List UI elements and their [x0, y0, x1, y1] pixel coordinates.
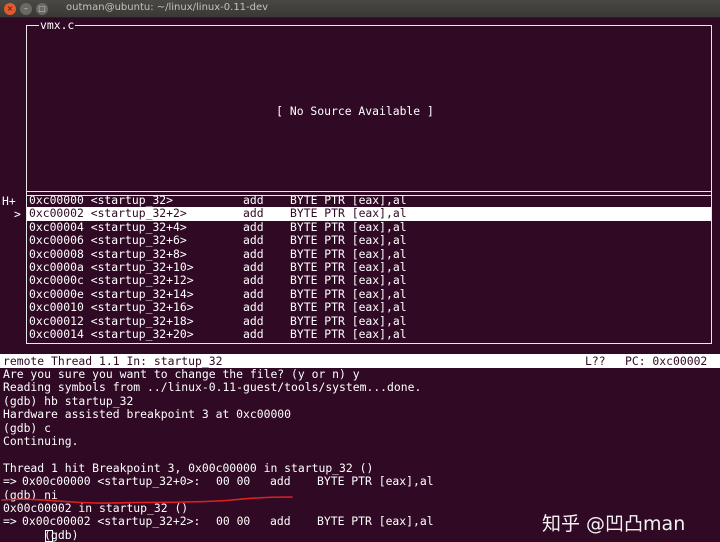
asm-address: 0xc00010 <startup_32+16> — [29, 300, 194, 315]
console-line: (gdb) c — [3, 420, 52, 435]
asm-mnemonic: add — [243, 246, 264, 261]
instruction-operands: BYTE PTR [eax],al — [317, 514, 434, 529]
asm-address: 0xc0000c <startup_32+12> — [29, 273, 194, 288]
asm-mnemonic: add — [243, 206, 264, 221]
assembly-row[interactable]: 0xc00000 <startup_32> add BYTE PTR [eax],a… — [27, 193, 711, 207]
asm-operands: BYTE PTR [eax],al — [290, 259, 407, 274]
current-instruction-marker: > — [14, 207, 21, 221]
assembly-row[interactable]: 0xc0000e <startup_32+14> add BYTE PTR [eax… — [27, 286, 711, 301]
asm-operands: BYTE PTR [eax],al — [290, 273, 407, 288]
status-bar: remote Thread 1.1 In: startup_32 L?? PC:… — [0, 354, 720, 368]
asm-address: 0xc00000 <startup_32> — [29, 193, 174, 207]
asm-operands: BYTE PTR [eax],al — [290, 233, 407, 248]
asm-mnemonic: add — [243, 219, 264, 234]
source-pane: vmx.c [ No Source Available ] — [26, 18, 712, 196]
underline-stroke — [1, 496, 293, 504]
instruction-bytes: 00 00 — [216, 514, 251, 529]
asm-operands: BYTE PTR [eax],al — [290, 246, 407, 261]
instruction-arrow: => — [3, 514, 17, 529]
minimize-icon[interactable]: – — [20, 3, 32, 15]
assembly-row[interactable]: 0xc00006 <startup_32+6> add BYTE PTR [eax]… — [27, 233, 711, 248]
asm-mnemonic: add — [243, 273, 264, 288]
asm-address: 0xc00008 <startup_32+8> — [29, 246, 187, 261]
asm-address: 0xc00004 <startup_32+4> — [29, 219, 187, 234]
asm-mnemonic: add — [243, 300, 264, 315]
assembly-rows: 0xc00000 <startup_32> add BYTE PTR [eax],a… — [27, 193, 711, 341]
status-line: L?? — [585, 354, 606, 368]
console-line: Hardware assisted breakpoint 3 at 0xc000… — [3, 407, 292, 422]
asm-operands: BYTE PTR [eax],al — [290, 313, 407, 328]
asm-address: 0xc0000e <startup_32+14> — [29, 286, 194, 301]
console-line: Are you sure you want to change the file… — [3, 367, 360, 381]
text-cursor — [45, 529, 53, 542]
asm-operands: BYTE PTR [eax],al — [290, 193, 407, 207]
asm-operands: BYTE PTR [eax],al — [290, 286, 407, 301]
asm-address: 0xc00006 <startup_32+6> — [29, 233, 187, 248]
assembly-pane: 0xc00000 <startup_32> add BYTE PTR [eax],a… — [26, 191, 712, 344]
status-pc: PC: 0xc00002 — [625, 354, 708, 368]
assembly-row[interactable]: 0xc0000c <startup_32+12> add BYTE PTR [eax… — [27, 273, 711, 288]
asm-mnemonic: add — [243, 326, 264, 341]
assembly-row[interactable]: 0xc00002 <startup_32+2> add BYTE PTR [eax]… — [27, 206, 711, 221]
asm-operands: BYTE PTR [eax],al — [290, 206, 407, 221]
console-line: Continuing. — [3, 433, 79, 448]
maximize-icon[interactable]: □ — [36, 3, 48, 15]
instruction-address: 0x00c00002 <startup_32+2>: — [22, 514, 201, 529]
terminal[interactable]: vmx.c [ No Source Available ] H+ > 0xc00… — [0, 18, 720, 542]
instruction-address: 0x00c00000 <startup_32+0>: — [22, 474, 201, 489]
assembly-row[interactable]: 0xc0000a <startup_32+10> add BYTE PTR [eax… — [27, 259, 711, 274]
asm-operands: BYTE PTR [eax],al — [290, 326, 407, 341]
no-source-message: [ No Source Available ] — [276, 104, 434, 118]
window-controls: × – □ — [4, 3, 48, 15]
status-thread: remote Thread 1.1 In: startup_32 — [3, 354, 223, 368]
asm-address: 0xc0000a <startup_32+10> — [29, 259, 194, 274]
asm-mnemonic: add — [243, 286, 264, 301]
instruction-mnemonic: add — [270, 474, 291, 489]
asm-operands: BYTE PTR [eax],al — [290, 300, 407, 315]
zhihu-watermark: 知乎 @凹凸man — [542, 513, 686, 535]
asm-mnemonic: add — [243, 259, 264, 274]
assembly-row[interactable]: 0xc00012 <startup_32+18> add BYTE PTR [eax… — [27, 313, 711, 328]
instruction-bytes: 00 00 — [216, 474, 251, 489]
asm-address: 0xc00014 <startup_32+20> — [29, 326, 194, 341]
close-icon[interactable]: × — [4, 3, 16, 15]
asm-mnemonic: add — [243, 313, 264, 328]
asm-address: 0xc00012 <startup_32+18> — [29, 313, 194, 328]
console-line: Reading symbols from ../linux-0.11-guest… — [3, 380, 422, 395]
instruction-operands: BYTE PTR [eax],al — [317, 474, 434, 489]
instruction-arrow: => — [3, 474, 17, 489]
asm-operands: BYTE PTR [eax],al — [290, 219, 407, 234]
assembly-row[interactable]: 0xc00010 <startup_32+16> add BYTE PTR [eax… — [27, 300, 711, 315]
console-line: (gdb) hb startup_32 — [3, 393, 134, 408]
instruction-line-1: => 0x00c00000 <startup_32+0>: 00 00 add … — [3, 474, 717, 489]
source-pane-title: vmx.c — [39, 18, 76, 32]
assembly-row[interactable]: 0xc00014 <startup_32+20> add BYTE PTR [eax… — [27, 326, 711, 341]
asm-mnemonic: add — [243, 193, 264, 207]
window-title: outman@ubuntu: ~/linux/linux-0.11-dev — [66, 2, 269, 13]
asm-mnemonic: add — [243, 233, 264, 248]
red-underline-annotation — [1, 496, 293, 504]
assembly-row[interactable]: 0xc00008 <startup_32+8> add BYTE PTR [eax]… — [27, 246, 711, 261]
instruction-mnemonic: add — [270, 514, 291, 529]
title-bar: × – □ outman@ubuntu: ~/linux/linux-0.11-… — [0, 0, 720, 18]
console-line: Thread 1 hit Breakpoint 3, 0x00c00000 in… — [3, 460, 374, 475]
asm-address: 0xc00002 <startup_32+2> — [29, 206, 187, 221]
assembly-row[interactable]: 0xc00004 <startup_32+4> add BYTE PTR [eax]… — [27, 219, 711, 234]
